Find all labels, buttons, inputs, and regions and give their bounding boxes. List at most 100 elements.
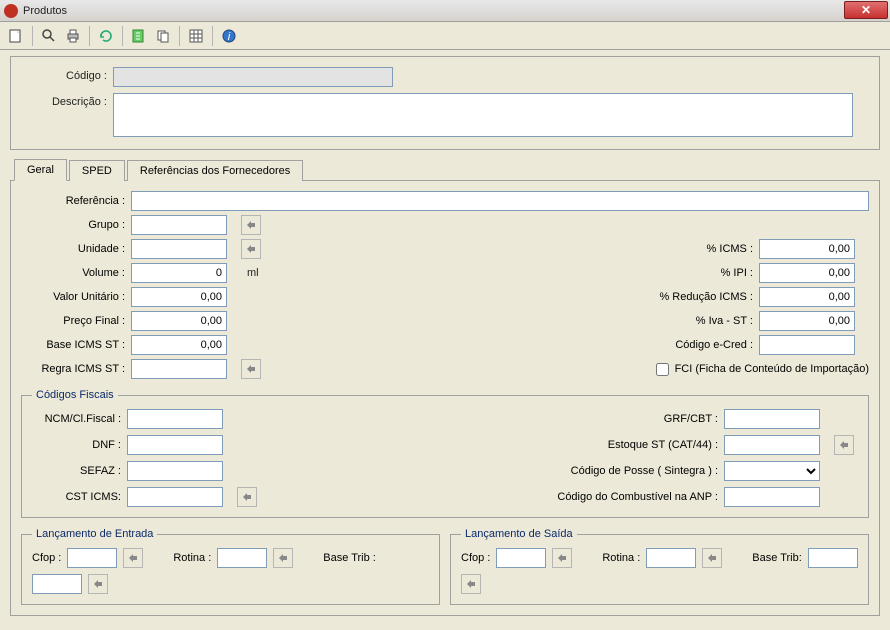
lanc-entrada-legend: Lançamento de Entrada bbox=[32, 528, 157, 540]
pct-icms-field[interactable] bbox=[759, 239, 855, 259]
lancamento-saida-fieldset: Lançamento de Saída Cfop : Rotina : Base… bbox=[450, 528, 869, 605]
pct-reducao-field[interactable] bbox=[759, 287, 855, 307]
tab-sped[interactable]: SPED bbox=[69, 160, 125, 181]
volume-label: Volume : bbox=[21, 267, 131, 279]
toolbar-separator bbox=[212, 26, 213, 46]
app-icon bbox=[4, 4, 18, 18]
codigo-field[interactable] bbox=[113, 67, 393, 87]
lanc-saida-legend: Lançamento de Saída bbox=[461, 528, 577, 540]
grupo-field[interactable] bbox=[131, 215, 227, 235]
unidade-field[interactable] bbox=[131, 239, 227, 259]
saida-rotina-field[interactable] bbox=[646, 548, 696, 568]
estoque-st-field[interactable] bbox=[724, 435, 820, 455]
dnf-field[interactable] bbox=[127, 435, 223, 455]
codigos-fiscais-legend: Códigos Fiscais bbox=[32, 389, 118, 401]
base-icms-st-label: Base ICMS ST : bbox=[21, 339, 131, 351]
cod-ecred-label: Código e-Cred : bbox=[639, 339, 759, 351]
saida-cfop-lookup-icon[interactable] bbox=[552, 548, 572, 568]
tab-body-geral: Referência : Grupo : Unidade : % ICMS : … bbox=[10, 180, 880, 616]
ncm-label: NCM/Cl.Fiscal : bbox=[32, 413, 127, 425]
saida-basetrib-lookup-icon[interactable] bbox=[461, 574, 481, 594]
new-icon[interactable] bbox=[6, 26, 26, 46]
toolbar-separator bbox=[122, 26, 123, 46]
print-icon[interactable] bbox=[63, 26, 83, 46]
estoque-st-lookup-icon[interactable] bbox=[834, 435, 854, 455]
regra-icms-lookup-icon[interactable] bbox=[241, 359, 261, 379]
saida-cfop-label: Cfop : bbox=[461, 552, 490, 564]
valor-unitario-label: Valor Unitário : bbox=[21, 291, 131, 303]
window-title: Produtos bbox=[23, 5, 67, 17]
cst-icms-label: CST ICMS: bbox=[32, 491, 127, 503]
toolbar-separator bbox=[179, 26, 180, 46]
tab-geral[interactable]: Geral bbox=[14, 159, 67, 181]
entrada-rotina-label: Rotina : bbox=[173, 552, 211, 564]
descricao-field[interactable] bbox=[113, 93, 853, 137]
entrada-cfop-lookup-icon[interactable] bbox=[123, 548, 143, 568]
close-button[interactable]: ✕ bbox=[844, 1, 888, 19]
cst-icms-field[interactable] bbox=[127, 487, 223, 507]
preco-final-field[interactable] bbox=[131, 311, 227, 331]
grf-field[interactable] bbox=[724, 409, 820, 429]
sefaz-field[interactable] bbox=[127, 461, 223, 481]
pct-iva-st-field[interactable] bbox=[759, 311, 855, 331]
header-fields: Código : Descrição : bbox=[10, 56, 880, 150]
cst-icms-lookup-icon[interactable] bbox=[237, 487, 257, 507]
base-icms-st-field[interactable] bbox=[131, 335, 227, 355]
referencia-field[interactable] bbox=[131, 191, 869, 211]
entrada-basetrib-lookup-icon[interactable] bbox=[88, 574, 108, 594]
valor-unitario-field[interactable] bbox=[131, 287, 227, 307]
entrada-rotina-field[interactable] bbox=[217, 548, 267, 568]
fci-checkbox[interactable] bbox=[656, 363, 669, 376]
pct-ipi-field[interactable] bbox=[759, 263, 855, 283]
cod-comb-label: Código do Combustível na ANP : bbox=[524, 491, 724, 503]
saida-basetrib-label: Base Trib: bbox=[752, 552, 802, 564]
refresh-icon[interactable] bbox=[96, 26, 116, 46]
grid-icon[interactable] bbox=[186, 26, 206, 46]
toolbar: i bbox=[0, 22, 890, 50]
saida-rotina-lookup-icon[interactable] bbox=[702, 548, 722, 568]
saida-basetrib-field[interactable] bbox=[808, 548, 858, 568]
unidade-lookup-icon[interactable] bbox=[241, 239, 261, 259]
descricao-label: Descrição : bbox=[23, 93, 113, 108]
regra-icms-st-label: Regra ICMS ST : bbox=[21, 363, 131, 375]
toolbar-separator bbox=[89, 26, 90, 46]
pct-ipi-label: % IPI : bbox=[639, 267, 759, 279]
help-icon[interactable]: i bbox=[219, 26, 239, 46]
volume-unit: ml bbox=[241, 267, 265, 279]
sefaz-label: SEFAZ : bbox=[32, 465, 127, 477]
estoque-st-label: Estoque ST (CAT/44) : bbox=[524, 439, 724, 451]
copy-icon[interactable] bbox=[153, 26, 173, 46]
edit-icon[interactable] bbox=[129, 26, 149, 46]
pct-iva-st-label: % Iva - ST : bbox=[639, 315, 759, 327]
unidade-label: Unidade : bbox=[21, 243, 131, 255]
tab-ref-fornecedores[interactable]: Referências dos Fornecedores bbox=[127, 160, 303, 181]
pct-reducao-label: % Redução ICMS : bbox=[639, 291, 759, 303]
lancamento-entrada-fieldset: Lançamento de Entrada Cfop : Rotina : Ba… bbox=[21, 528, 440, 605]
codigos-fiscais-fieldset: Códigos Fiscais NCM/Cl.Fiscal : GRF/CBT … bbox=[21, 389, 869, 518]
ncm-field[interactable] bbox=[127, 409, 223, 429]
referencia-label: Referência : bbox=[21, 195, 131, 207]
entrada-basetrib-field[interactable] bbox=[32, 574, 82, 594]
saida-cfop-field[interactable] bbox=[496, 548, 546, 568]
cod-posse-label: Código de Posse ( Sintegra ) : bbox=[524, 465, 724, 477]
grupo-lookup-icon[interactable] bbox=[241, 215, 261, 235]
entrada-rotina-lookup-icon[interactable] bbox=[273, 548, 293, 568]
titlebar: Produtos ✕ bbox=[0, 0, 890, 22]
codigo-label: Código : bbox=[23, 67, 113, 82]
preco-final-label: Preço Final : bbox=[21, 315, 131, 327]
saida-rotina-label: Rotina : bbox=[602, 552, 640, 564]
entrada-cfop-field[interactable] bbox=[67, 548, 117, 568]
dnf-label: DNF : bbox=[32, 439, 127, 451]
cod-posse-select[interactable] bbox=[724, 461, 820, 481]
search-icon[interactable] bbox=[39, 26, 59, 46]
cod-ecred-field[interactable] bbox=[759, 335, 855, 355]
grupo-label: Grupo : bbox=[21, 219, 131, 231]
entrada-basetrib-label: Base Trib : bbox=[323, 552, 376, 564]
regra-icms-st-field[interactable] bbox=[131, 359, 227, 379]
entrada-cfop-label: Cfop : bbox=[32, 552, 61, 564]
cod-comb-field[interactable] bbox=[724, 487, 820, 507]
fci-label: FCI (Ficha de Conteúdo de Importação) bbox=[675, 363, 869, 375]
pct-icms-label: % ICMS : bbox=[639, 243, 759, 255]
grf-label: GRF/CBT : bbox=[524, 413, 724, 425]
volume-field[interactable] bbox=[131, 263, 227, 283]
